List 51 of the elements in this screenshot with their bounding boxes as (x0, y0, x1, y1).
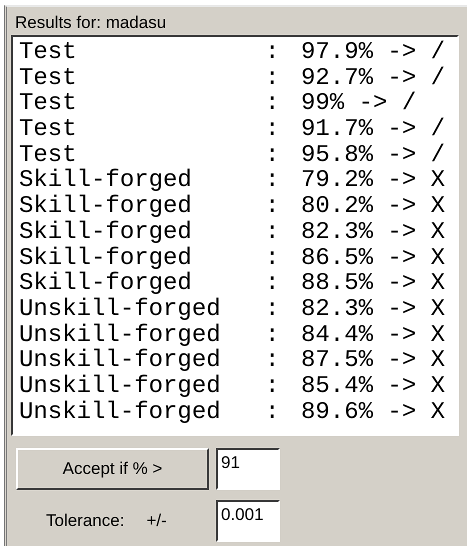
result-value: 89.6% -> X (301, 400, 446, 426)
result-value: 97.9% -> / (301, 40, 446, 66)
tolerance-label: Tolerance: (46, 511, 124, 531)
result-separator: : (265, 400, 280, 426)
result-label: Test (19, 66, 78, 92)
result-separator: : (265, 296, 280, 323)
result-separator: : (265, 66, 280, 92)
tolerance-field[interactable]: 0.001 (216, 500, 280, 542)
result-value: 79.2% -> X (301, 168, 446, 194)
result-label: Skill-forged (19, 194, 193, 220)
result-value: 82.3% -> X (301, 220, 446, 246)
results-header: Results for: madasu (14, 12, 168, 33)
result-separator: : (265, 91, 280, 118)
result-value: 88.5% -> X (301, 271, 446, 297)
result-label: Unskill-forged (19, 374, 222, 400)
result-label: Skill-forged (19, 271, 193, 297)
result-separator: : (265, 168, 280, 194)
result-label: Test (19, 142, 77, 168)
accept-button[interactable]: Accept if % > (16, 448, 209, 490)
result-label: Test (19, 91, 78, 118)
result-value: 84.4% -> X (301, 322, 446, 348)
result-label: Unskill-forged (19, 296, 222, 323)
result-value: 85.4% -> X (301, 374, 446, 400)
result-label: Unskill-forged (19, 348, 222, 374)
result-label: Test (19, 40, 78, 66)
result-value: 87.5% -> X (301, 348, 446, 374)
result-separator: : (265, 117, 280, 143)
result-label: Skill-forged (19, 246, 193, 272)
result-separator: : (265, 220, 280, 246)
result-value: 99% -> / (301, 91, 416, 118)
result-separator: : (265, 246, 280, 272)
result-separator: : (265, 40, 280, 66)
result-value: 91.7% -> / (301, 117, 446, 143)
result-value: 82.3% -> X (301, 296, 446, 323)
result-separator: : (265, 271, 280, 297)
result-value: 80.2% -> X (301, 194, 446, 220)
result-label: Test (19, 117, 78, 143)
result-separator: : (265, 322, 280, 348)
result-label: Unskill-forged (19, 322, 222, 348)
result-value: 86.5% -> X (301, 246, 446, 272)
tolerance-sign: +/- (146, 511, 167, 531)
result-value: 92.7% -> / (301, 66, 446, 92)
result-label: Skill-forged (19, 220, 193, 246)
result-label: Unskill-forged (19, 400, 222, 426)
result-separator: : (265, 348, 280, 374)
result-separator: : (265, 374, 280, 400)
result-label: Skill-forged (19, 168, 193, 194)
result-separator: : (265, 142, 280, 168)
result-value: 95.8% -> / (301, 142, 446, 168)
result-separator: : (265, 194, 280, 220)
accept-field[interactable]: 91 (216, 448, 280, 490)
